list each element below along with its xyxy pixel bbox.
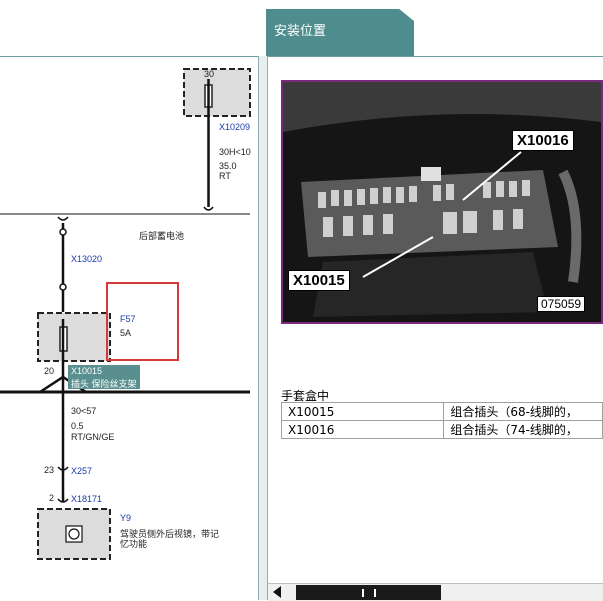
- photo-id: 075059: [537, 296, 586, 312]
- top-wire-signal: 30H<10: [219, 147, 251, 157]
- wiring-diagram: 30 X10209 30H<10 35.0 RT 后部蓄电池 X13020 F5…: [0, 57, 258, 600]
- table-cell-connector: X10016: [281, 420, 445, 439]
- callout-x10015: X10015: [288, 270, 350, 291]
- connector-x10209[interactable]: X10209: [219, 122, 250, 132]
- mid-fuse-box: [37, 312, 111, 362]
- fuse-rating: 5A: [120, 328, 132, 338]
- table-cell-connector: X10015: [281, 402, 445, 421]
- pin-number-23: 23: [44, 465, 55, 475]
- top-wire-size: 35.0: [219, 161, 237, 171]
- table-cell-desc: 组合插头（74-线脚的，: [443, 420, 603, 439]
- highlight-box: [106, 282, 179, 361]
- connector-x18171[interactable]: X18171: [71, 494, 102, 504]
- horizontal-scrollbar[interactable]: [268, 583, 603, 601]
- top-wire-color: RT: [219, 171, 231, 181]
- pin-number-top: 30: [204, 69, 215, 79]
- callout-x10016: X10016: [512, 130, 574, 151]
- scrollbar-thumb[interactable]: [296, 585, 441, 600]
- table-row[interactable]: X10015 组合插头（68-线脚的，: [281, 402, 603, 421]
- connector-x10015: X10015: [71, 366, 103, 376]
- pane-splitter[interactable]: [258, 56, 268, 600]
- component-y9[interactable]: Y9: [120, 513, 131, 523]
- wire-size: 0.5: [71, 421, 84, 431]
- table-cell-desc: 组合插头（68-线脚的，: [443, 402, 603, 421]
- wire-color: RT/GN/GE: [71, 432, 115, 442]
- rear-battery-label: 后部蓄电池: [139, 231, 185, 241]
- location-photo: X10016 X10015 075059: [281, 80, 603, 324]
- connector-x10015-label[interactable]: X10015 插头 保险丝支架: [68, 365, 140, 389]
- location-table: X10015 组合插头（68-线脚的， X10016 组合插头（74-线脚的，: [281, 402, 603, 439]
- connector-x257[interactable]: X257: [71, 466, 92, 476]
- location-table-wrap: X10015 组合插头（68-线脚的， X10016 组合插头（74-线脚的，: [281, 402, 603, 439]
- thumb-grip-icon: [362, 589, 376, 597]
- fuse-f57[interactable]: F57: [120, 314, 136, 324]
- component-desc-line2: 忆功能: [120, 539, 148, 549]
- tab-installation-location[interactable]: 安装位置: [266, 9, 414, 57]
- top-fuse-box: [183, 68, 251, 117]
- connector-x10015-desc: 插头 保险丝支架: [71, 379, 137, 389]
- pin-number-20: 20: [44, 366, 55, 376]
- wire-signal: 30<57: [71, 406, 97, 416]
- table-row[interactable]: X10016 组合插头（74-线脚的，: [281, 420, 603, 439]
- scroll-left-arrow-icon[interactable]: [273, 586, 281, 598]
- pin-number-2: 2: [49, 493, 55, 503]
- connector-x13020[interactable]: X13020: [71, 254, 102, 264]
